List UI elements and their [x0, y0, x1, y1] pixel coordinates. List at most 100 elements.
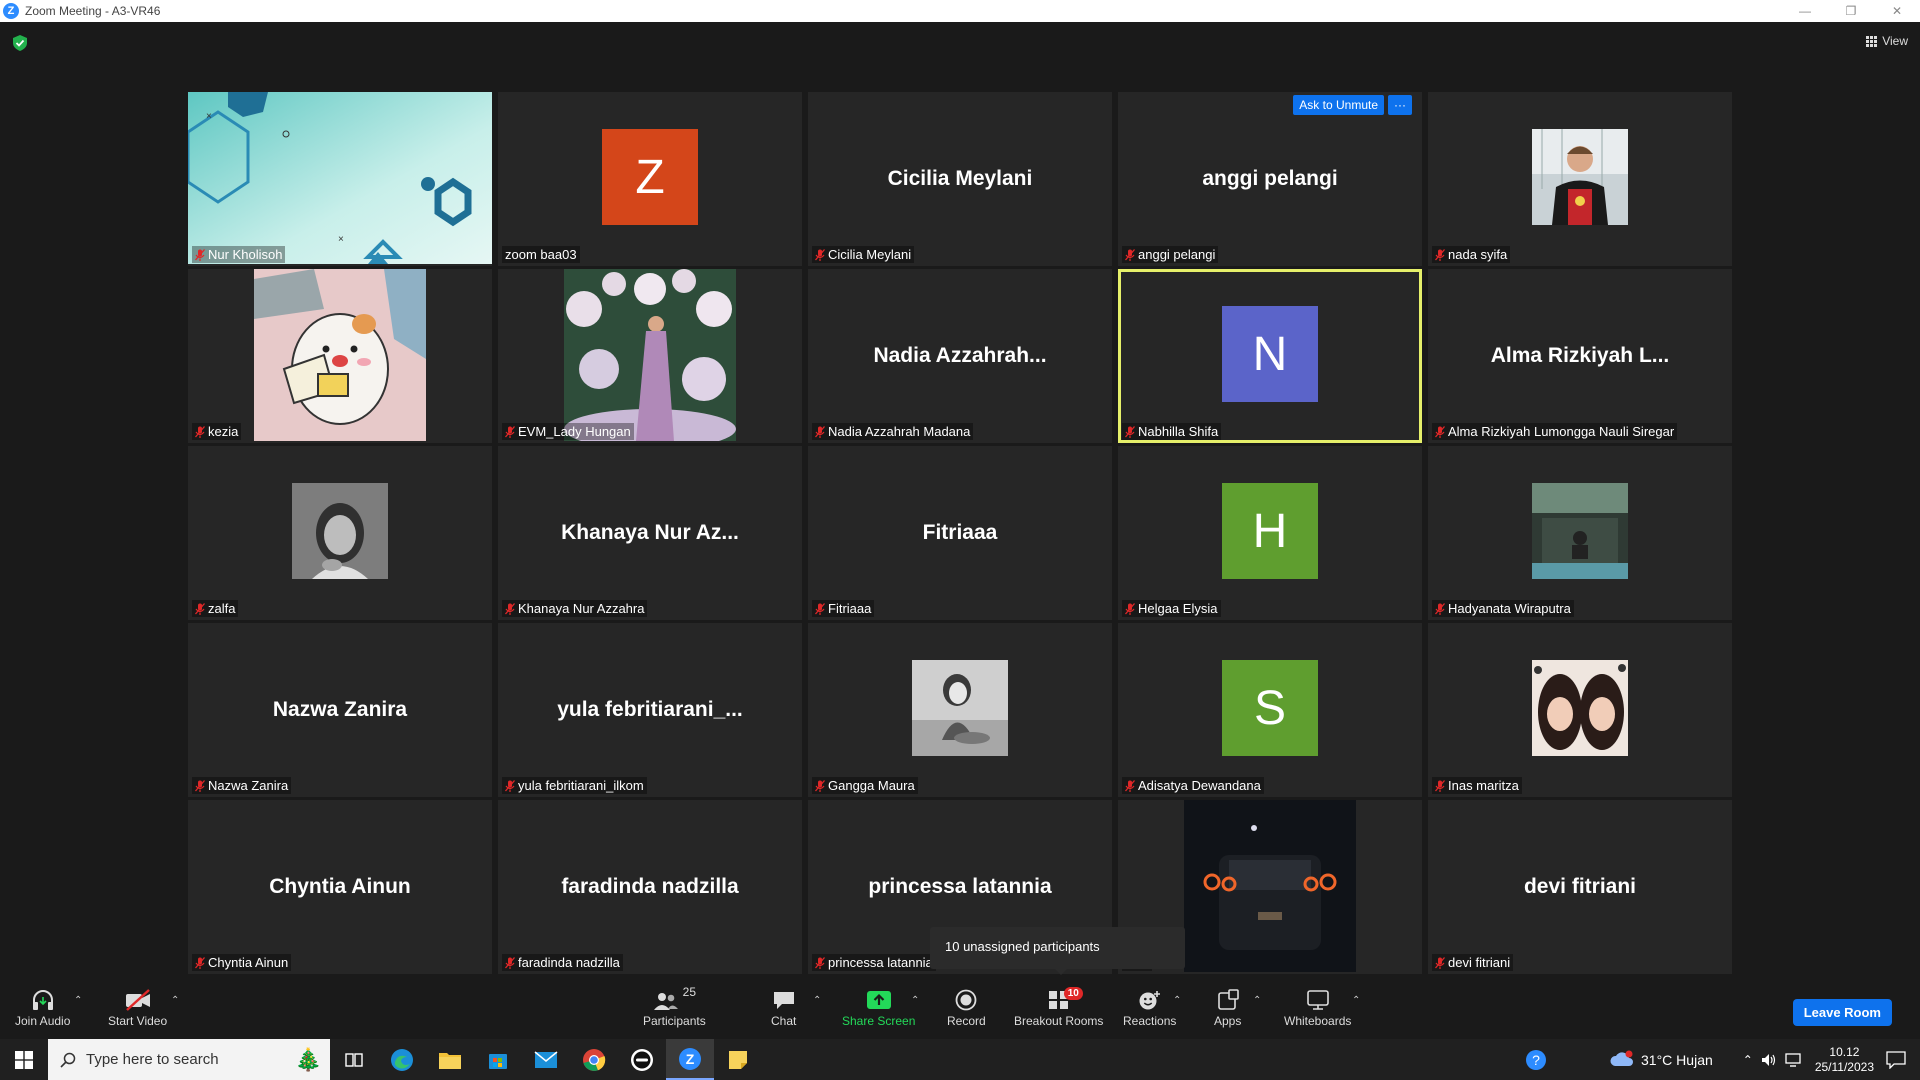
audio-options-caret[interactable]: ⌃	[74, 995, 82, 1006]
edge-browser-icon[interactable]	[378, 1039, 426, 1080]
participant-name: Nabhilla Shifa	[1138, 424, 1219, 439]
whiteboards-button[interactable]: Whiteboards	[1284, 985, 1351, 1028]
participant-tile[interactable]: H Helgaa Elysia	[1118, 446, 1422, 620]
participants-count: 25	[682, 985, 697, 999]
reactions-options-caret[interactable]: ⌃	[1173, 995, 1181, 1006]
participant-tile[interactable]: EVM_Lady Hungan	[498, 269, 802, 443]
participant-tile[interactable]: devi fitriani devi fitriani	[1428, 800, 1732, 974]
reactions-button[interactable]: Reactions	[1123, 985, 1176, 1028]
share-screen-button[interactable]: Share Screen	[842, 985, 915, 1028]
participant-profile-photo	[912, 660, 1008, 756]
participant-display-name: Nazwa Zanira	[272, 698, 408, 721]
system-tray: ? 31°C Hujan ⌃ 10.12 25/11/2023	[1525, 1039, 1920, 1080]
participant-tile[interactable]: Nazwa Zanira Nazwa Zanira	[188, 623, 492, 797]
whiteboard-icon	[1306, 990, 1329, 1010]
participant-name: anggi pelangi	[1138, 247, 1216, 262]
apps-options-caret[interactable]: ⌃	[1253, 995, 1261, 1006]
participant-tile[interactable]: S Adisatya Dewandana	[1118, 623, 1422, 797]
help-icon[interactable]: ?	[1525, 1049, 1547, 1071]
participant-tile[interactable]: N Nabhilla Shifa	[1118, 269, 1422, 443]
restore-icon[interactable]: ❐	[1828, 0, 1874, 22]
participant-tile[interactable]: kezia	[188, 269, 492, 443]
participant-name-label: Fitriaaa	[812, 600, 875, 617]
notifications-icon[interactable]	[1886, 1050, 1906, 1069]
task-view-icon[interactable]	[330, 1039, 378, 1080]
participant-display-name: faradinda nadzilla	[561, 875, 739, 898]
clock-date: 25/11/2023	[1814, 1059, 1874, 1074]
search-highlight-icon: 🎄	[294, 1046, 322, 1072]
more-options-button[interactable]: ···	[1388, 95, 1412, 115]
breakout-rooms-button[interactable]: 10 Breakout Rooms	[1014, 985, 1103, 1028]
taskbar-search-box[interactable]: Type here to search 🎄	[48, 1039, 330, 1080]
participant-tile[interactable]: anggi pelangi Ask to Unmute ··· anggi pelan…	[1118, 92, 1422, 266]
mail-icon[interactable]	[522, 1039, 570, 1080]
participant-tile[interactable]: Alma Rizkiyah L... Alma Rizkiyah Lumongga…	[1428, 269, 1732, 443]
start-video-button[interactable]: Start Video	[108, 985, 167, 1028]
messenger-app-icon[interactable]	[618, 1039, 666, 1080]
muted-mic-icon	[195, 425, 205, 438]
participant-name-label: princessa latannia	[812, 954, 936, 971]
leave-room-button[interactable]: Leave Room	[1792, 999, 1892, 1026]
participant-tile[interactable]: Khanaya Nur Az... Khanaya Nur Azzahra	[498, 446, 802, 620]
apps-button[interactable]: Apps	[1214, 985, 1241, 1028]
show-hidden-icons-icon[interactable]: ⌃	[1743, 1053, 1753, 1067]
taskbar-clock[interactable]: 10.12 25/11/2023	[1815, 1045, 1874, 1075]
participant-avatar: S	[1222, 660, 1318, 756]
close-icon[interactable]: ✕	[1874, 0, 1920, 22]
participant-display-name: anggi pelangi	[1202, 167, 1338, 190]
participant-tile[interactable]: × × Nur Kholisoh	[188, 92, 492, 266]
participants-button[interactable]: 25 Participants	[643, 985, 706, 1028]
minimize-icon[interactable]: —	[1782, 0, 1828, 22]
muted-mic-icon	[815, 425, 825, 438]
participant-tile[interactable]: Chyntia Ainun Chyntia Ainun	[188, 800, 492, 974]
participant-tile[interactable]: Nadia Azzahrah... Nadia Azzahrah Madana	[808, 269, 1112, 443]
muted-mic-icon	[1125, 425, 1135, 438]
participant-name-label: Chyntia Ainun	[192, 954, 292, 971]
sticky-notes-icon[interactable]	[714, 1039, 762, 1080]
participant-tile[interactable]: Cicilia Meylani Cicilia Meylani	[808, 92, 1112, 266]
file-explorer-icon[interactable]	[426, 1039, 474, 1080]
record-button[interactable]: Record	[947, 985, 986, 1028]
participant-tile[interactable]: Zzoom baa03	[498, 92, 802, 266]
participant-tile[interactable]: nada syifa	[1428, 92, 1732, 266]
windows-start-button[interactable]	[0, 1039, 48, 1080]
view-button[interactable]: View	[1866, 34, 1908, 48]
ms-store-icon[interactable]	[474, 1039, 522, 1080]
participant-tile[interactable]: Fitriaaa Fitriaaa	[808, 446, 1112, 620]
security-shield-icon[interactable]	[13, 35, 27, 51]
search-icon	[60, 1052, 76, 1068]
volume-icon[interactable]	[1761, 1052, 1777, 1068]
zoom-taskbar-icon[interactable]: Z	[666, 1039, 714, 1080]
video-options-caret[interactable]: ⌃	[171, 995, 179, 1006]
grid-view-icon	[1866, 35, 1878, 47]
weather-text: 31°C Hujan	[1641, 1051, 1713, 1068]
participant-tile[interactable]: Hadyanata Wiraputra	[1428, 446, 1732, 620]
chat-options-caret[interactable]: ⌃	[813, 995, 821, 1006]
ask-to-unmute-button[interactable]: Ask to Unmute	[1293, 95, 1384, 115]
whiteboards-options-caret[interactable]: ⌃	[1352, 995, 1360, 1006]
participant-name-label: yula febritiarani_ilkom	[502, 777, 647, 794]
network-icon[interactable]	[1785, 1052, 1803, 1068]
participant-name-label: Nur Kholisoh	[192, 246, 286, 263]
chat-button[interactable]: Chat	[771, 985, 796, 1028]
participant-tile[interactable]: faradinda nadzilla faradinda nadzilla	[498, 800, 802, 974]
participant-name: Khanaya Nur Azzahra	[518, 601, 645, 616]
participant-display-name: princessa latannia	[868, 875, 1052, 898]
participant-display-name: Khanaya Nur Az...	[561, 521, 739, 544]
participant-name: faradinda nadzilla	[518, 955, 620, 970]
muted-mic-icon	[195, 779, 205, 792]
join-audio-button[interactable]: Join Audio	[15, 985, 70, 1028]
participant-name-label: Helgaa Elysia	[1122, 600, 1221, 617]
participant-profile-photo	[1532, 129, 1628, 225]
share-options-caret[interactable]: ⌃	[911, 995, 919, 1006]
participant-display-name: Alma Rizkiyah L...	[1490, 344, 1670, 367]
start-video-label: Start Video	[108, 1014, 168, 1028]
participant-profile-photo	[1532, 483, 1628, 579]
participant-tile[interactable]: yula febritiarani_... yula febritiarani_i…	[498, 623, 802, 797]
participant-tile[interactable]: Gangga Maura	[808, 623, 1112, 797]
participant-name: Inas maritza	[1448, 778, 1519, 793]
participant-tile[interactable]: zalfa	[188, 446, 492, 620]
participant-tile[interactable]: Inas maritza	[1428, 623, 1732, 797]
muted-mic-icon	[505, 425, 515, 438]
chrome-icon[interactable]	[570, 1039, 618, 1080]
